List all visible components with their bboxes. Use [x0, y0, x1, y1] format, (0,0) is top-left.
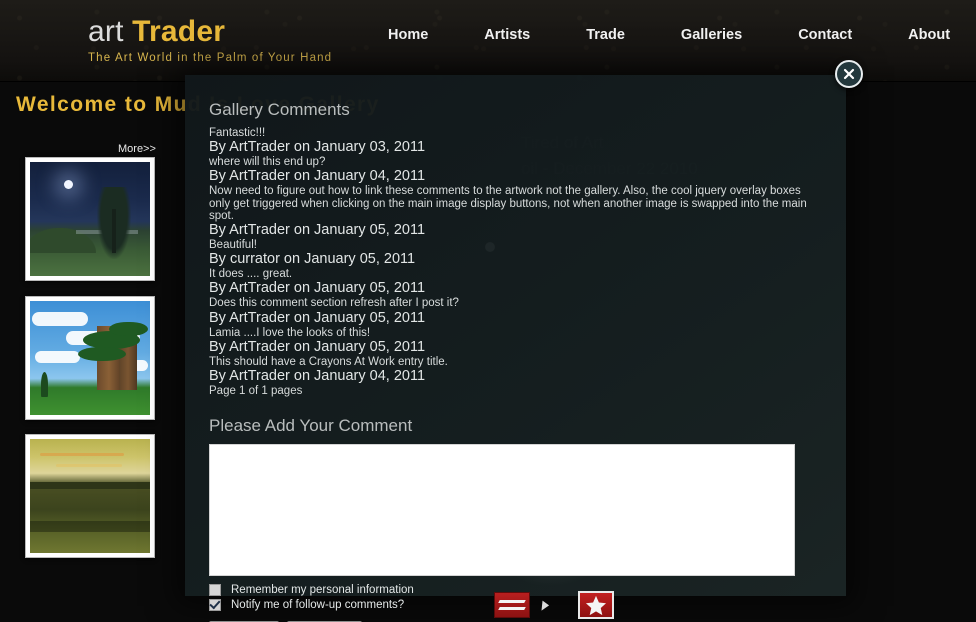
comment-item: Beautiful! By currator on January 05, 20…	[209, 239, 824, 267]
add-comment-heading: Please Add Your Comment	[209, 416, 413, 436]
comment-body: Beautiful!	[209, 239, 257, 252]
comment-byline: By ArtTrader on January 04, 2011	[209, 368, 426, 385]
comment-byline: By ArtTrader on January 05, 2011	[209, 338, 426, 355]
foliage-shape	[109, 321, 148, 337]
trade-icon[interactable]	[494, 592, 530, 618]
cypress-shape	[40, 371, 48, 397]
sky-streak-shape	[56, 464, 123, 468]
logo-trader-text: Trader	[132, 15, 226, 48]
artwork-night-landscape	[30, 162, 150, 276]
remember-info-label[interactable]: Remember my personal information	[231, 584, 414, 596]
nav-item-home[interactable]: Home	[382, 24, 434, 46]
nav-item-trade[interactable]: Trade	[580, 24, 631, 46]
close-icon[interactable]	[835, 60, 863, 88]
artwork-action-toolbar	[494, 591, 614, 619]
comment-item: Fantastic!!! By ArtTrader on January 03,…	[209, 127, 824, 155]
cloud-shape	[32, 312, 88, 327]
gallery-thumbnail-1[interactable]	[25, 157, 155, 281]
swap-arrows-glyph	[498, 597, 526, 613]
site-logo[interactable]: art Trader The Art World in the Palm of …	[88, 16, 332, 64]
comment-byline: By ArtTrader on January 05, 2011	[209, 309, 426, 326]
comment-body: Lamia ....I love the looks of this!	[209, 326, 371, 339]
notify-followup-checkbox[interactable]	[209, 599, 221, 612]
logo-wordmark: art Trader	[88, 16, 332, 48]
logo-tagline: The Art World in the Palm of Your Hand	[88, 51, 333, 64]
comment-byline: By ArtTrader on January 05, 2011	[209, 222, 426, 239]
site-header: art Trader The Art World in the Palm of …	[0, 0, 976, 82]
nav-item-galleries[interactable]: Galleries	[675, 24, 748, 46]
ridge-shape	[30, 482, 150, 490]
logo-art-text: art	[88, 15, 124, 48]
modal-body: Gallery Comments Fantastic!!! By ArtTrad…	[185, 75, 846, 622]
comments-page-info: Page 1 of 1 pages	[209, 385, 303, 398]
artwork-olive-field	[30, 439, 150, 553]
tree-shape	[97, 187, 132, 260]
nav-item-about[interactable]: About	[902, 24, 956, 46]
comment-item: This should have a Crayons At Work entry…	[209, 356, 824, 384]
page-root: art Trader The Art World in the Palm of …	[0, 0, 976, 622]
comment-byline: By currator on January 05, 2011	[209, 251, 416, 268]
comment-item: Does this comment section refresh after …	[209, 297, 824, 325]
nav-item-artists[interactable]: Artists	[478, 24, 536, 46]
comment-item: Now need to figure out how to link these…	[209, 185, 824, 238]
gallery-comments-modal: Gallery Comments Fantastic!!! By ArtTrad…	[185, 75, 846, 622]
comment-body: This should have a Crayons At Work entry…	[209, 355, 448, 368]
artwork-sky-trees	[30, 301, 150, 415]
more-link[interactable]: More>>	[118, 143, 156, 155]
notify-followup-label[interactable]: Notify me of follow-up comments?	[231, 599, 404, 611]
comment-body: It does .... great.	[209, 268, 293, 281]
remember-info-checkbox[interactable]	[209, 584, 221, 597]
comment-body: Fantastic!!!	[209, 127, 266, 139]
comment-byline: By ArtTrader on January 05, 2011	[209, 280, 426, 297]
comment-body: Does this comment section refresh after …	[209, 297, 459, 310]
gallery-comments-heading: Gallery Comments	[209, 100, 350, 119]
comment-byline: By ArtTrader on January 03, 2011	[209, 139, 426, 156]
nav-item-contact[interactable]: Contact	[792, 24, 858, 46]
comment-list: Fantastic!!! By ArtTrader on January 03,…	[209, 127, 824, 398]
comment-input[interactable]	[209, 444, 795, 577]
favorite-icon-tile	[578, 591, 614, 619]
gallery-thumbnail-2[interactable]	[25, 296, 155, 420]
comment-body: Now need to figure out how to link these…	[209, 185, 807, 222]
sky-streak-shape	[39, 452, 124, 456]
comment-item: It does .... great. By ArtTrader on Janu…	[209, 268, 824, 296]
trade-icon-tile	[494, 592, 530, 618]
favorite-star-icon[interactable]	[578, 591, 614, 619]
comment-item: Lamia ....I love the looks of this! By A…	[209, 327, 824, 355]
gallery-thumbnail-3[interactable]	[25, 434, 155, 558]
comment-item: where will this end up? By ArtTrader on …	[209, 156, 824, 184]
comment-body: where will this end up?	[209, 156, 326, 169]
comment-byline: By ArtTrader on January 04, 2011	[209, 168, 426, 185]
main-navigation: Home Artists Trade Galleries Contact Abo…	[382, 24, 976, 46]
field-shape	[30, 521, 150, 533]
cloud-shape	[34, 351, 81, 363]
star-glyph	[585, 595, 607, 615]
moon-shape	[63, 180, 73, 190]
